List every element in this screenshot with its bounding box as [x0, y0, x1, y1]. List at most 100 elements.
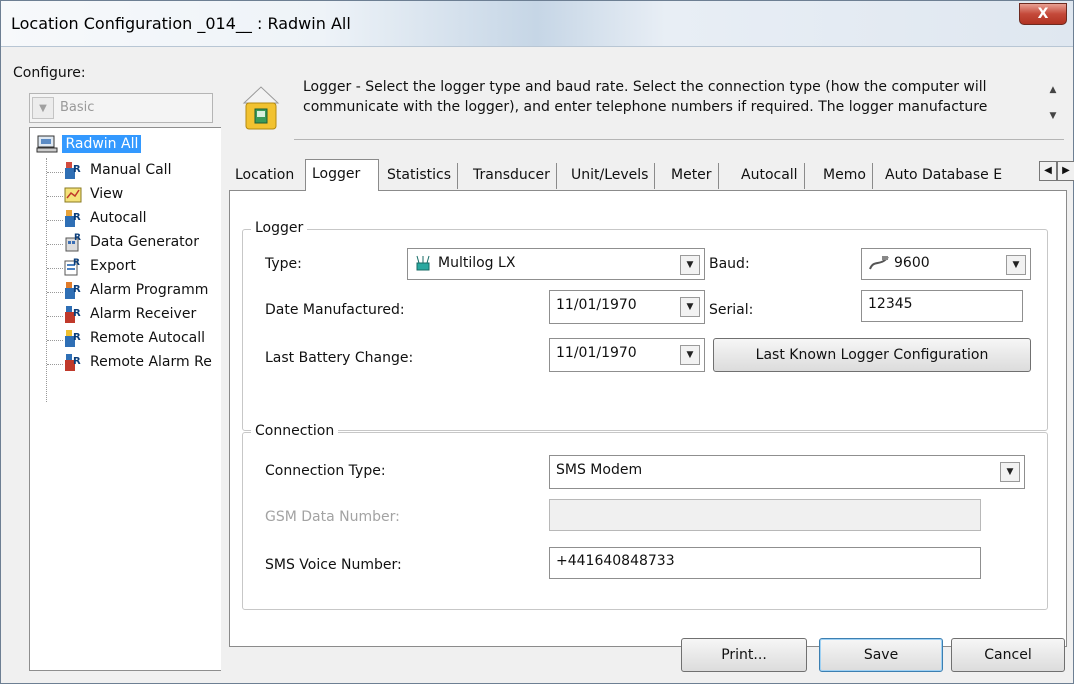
date-manufactured-label: Date Manufactured:: [265, 302, 405, 318]
print-button[interactable]: Print...: [681, 638, 807, 672]
svg-text:R: R: [73, 258, 80, 268]
connection-type-value: SMS Modem: [556, 462, 643, 478]
connection-type-label: Connection Type:: [265, 463, 386, 479]
tree-connector: [47, 196, 63, 197]
tree-item-label: Alarm Receiver: [90, 306, 197, 322]
logger-group-title: Logger: [251, 220, 308, 236]
logger-type-select[interactable]: Multilog LX ▼: [407, 248, 705, 280]
chevron-down-icon[interactable]: ▼: [680, 297, 700, 317]
tree-item-label: Autocall: [90, 210, 147, 226]
sms-voice-number-label: SMS Voice Number:: [265, 557, 402, 573]
tree-connector: [47, 340, 63, 341]
connection-type-select[interactable]: SMS Modem ▼: [549, 455, 1025, 489]
chevron-down-icon: ▼: [32, 97, 54, 119]
info-line: Logger - Select the logger type and baud…: [303, 79, 987, 95]
svg-text:R: R: [73, 308, 81, 319]
svg-text:R: R: [73, 356, 81, 367]
tab-location[interactable]: Location: [229, 163, 300, 189]
tree-item-label: Data Generator: [90, 234, 199, 250]
alarm-programmer-icon: R: [64, 280, 84, 300]
last-battery-change-label: Last Battery Change:: [265, 350, 414, 366]
svg-text:R: R: [73, 212, 81, 223]
save-button[interactable]: Save: [819, 638, 943, 672]
logger-config-icon: [236, 81, 286, 133]
scroll-down-icon[interactable]: ▼: [1045, 111, 1061, 127]
last-battery-change-picker[interactable]: 11/01/1970 ▼: [549, 338, 705, 372]
close-button[interactable]: X: [1019, 3, 1067, 25]
window-title: Location Configuration _014__ : Radwin A…: [11, 14, 351, 33]
logger-tab-panel: Logger Type: Multilog LX ▼ Baud: 9600 ▼ …: [229, 190, 1067, 647]
tab-transducer[interactable]: Transducer: [467, 163, 557, 189]
tab-scroll-right-icon[interactable]: ▶: [1057, 161, 1074, 181]
tree-connector: [47, 268, 63, 269]
tab-meter[interactable]: Meter: [665, 163, 719, 189]
view-icon: [64, 184, 84, 204]
configure-mode-select: ▼ Basic: [29, 93, 213, 123]
tree-item-manual-call[interactable]: R Manual Call: [64, 160, 171, 184]
tab-autocall[interactable]: Autocall: [735, 163, 805, 189]
tree-connector: [47, 292, 63, 293]
chevron-down-icon[interactable]: ▼: [1006, 255, 1026, 275]
tab-strip: Location Logger Statistics Transducer Un…: [229, 159, 1074, 191]
svg-text:R: R: [73, 332, 81, 343]
serial-input[interactable]: 12345: [861, 290, 1023, 322]
tab-unit-levels[interactable]: Unit/Levels: [565, 163, 656, 189]
tree-item-alarm-programmer[interactable]: R Alarm Programm: [64, 280, 208, 304]
chevron-down-icon[interactable]: ▼: [680, 345, 700, 365]
logger-type-text: Multilog LX: [438, 255, 516, 271]
tree-item-export[interactable]: R Export: [64, 256, 136, 280]
tree-root-radwin-all[interactable]: Radwin All: [36, 134, 142, 156]
svg-text:R: R: [73, 164, 81, 175]
baud-label: Baud:: [709, 256, 750, 272]
baud-select[interactable]: 9600 ▼: [861, 248, 1031, 280]
sms-voice-number-value: +441640848733: [556, 553, 675, 569]
gsm-data-number-input: [549, 499, 981, 531]
alarm-receiver-icon: R: [64, 304, 84, 324]
baud-value: 9600: [868, 255, 930, 271]
chevron-down-icon[interactable]: ▼: [1000, 462, 1020, 482]
configuration-tree[interactable]: Radwin All R Manual Call View R Autocall…: [29, 127, 221, 671]
info-line: communicate with the logger), and enter …: [303, 99, 988, 115]
svg-text:R: R: [73, 284, 81, 295]
chevron-down-icon[interactable]: ▼: [680, 255, 700, 275]
tab-scroll-left-icon[interactable]: ◀: [1039, 161, 1057, 181]
date-manufactured-picker[interactable]: 11/01/1970 ▼: [549, 290, 705, 324]
tree-item-alarm-receiver[interactable]: R Alarm Receiver: [64, 304, 196, 328]
serial-label: Serial:: [709, 302, 754, 318]
tree-item-label: Remote Autocall: [90, 330, 206, 346]
connection-groupbox: Connection Connection Type: SMS Modem ▼ …: [242, 423, 1048, 610]
baud-text: 9600: [894, 255, 930, 271]
cancel-button[interactable]: Cancel: [951, 638, 1065, 672]
title-bar[interactable]: Location Configuration _014__ : Radwin A…: [1, 1, 1073, 47]
tab-auto-database[interactable]: Auto Database E: [879, 163, 1008, 189]
tab-memo[interactable]: Memo: [817, 163, 873, 189]
logger-groupbox: Logger Type: Multilog LX ▼ Baud: 9600 ▼ …: [242, 220, 1048, 431]
scroll-up-icon[interactable]: ▲: [1045, 85, 1061, 101]
tab-statistics[interactable]: Statistics: [381, 163, 458, 189]
last-battery-change-value: 11/01/1970: [556, 345, 637, 361]
svg-text:R: R: [74, 233, 81, 243]
tree-connector: [47, 244, 63, 245]
tree-item-view[interactable]: View: [64, 184, 123, 208]
configure-mode-value: Basic: [60, 100, 95, 115]
tree-connector: [47, 316, 63, 317]
configure-label: Configure:: [13, 65, 86, 81]
tree-connector: [47, 220, 63, 221]
autocall-icon: R: [64, 208, 84, 228]
tree-item-label: Manual Call: [90, 162, 172, 178]
date-manufactured-value: 11/01/1970: [556, 297, 637, 313]
tree-item-remote-autocall[interactable]: R Remote Autocall: [64, 328, 205, 352]
tree-item-autocall[interactable]: R Autocall: [64, 208, 147, 232]
serial-value: 12345: [868, 296, 913, 312]
tab-logger[interactable]: Logger: [305, 159, 379, 191]
tree-item-remote-alarm-receiver[interactable]: R Remote Alarm Re: [64, 352, 212, 376]
last-known-logger-configuration-button[interactable]: Last Known Logger Configuration: [713, 338, 1031, 372]
tree-item-label: Remote Alarm Re: [90, 354, 212, 370]
tree-item-data-generator[interactable]: R Data Generator: [64, 232, 199, 256]
connection-group-title: Connection: [251, 423, 339, 439]
sms-voice-number-input[interactable]: +441640848733: [549, 547, 981, 579]
tree-connector: [46, 158, 47, 402]
tree-connector: [47, 172, 63, 173]
tree-item-label: Alarm Programm: [90, 282, 209, 298]
divider: [294, 139, 1064, 140]
